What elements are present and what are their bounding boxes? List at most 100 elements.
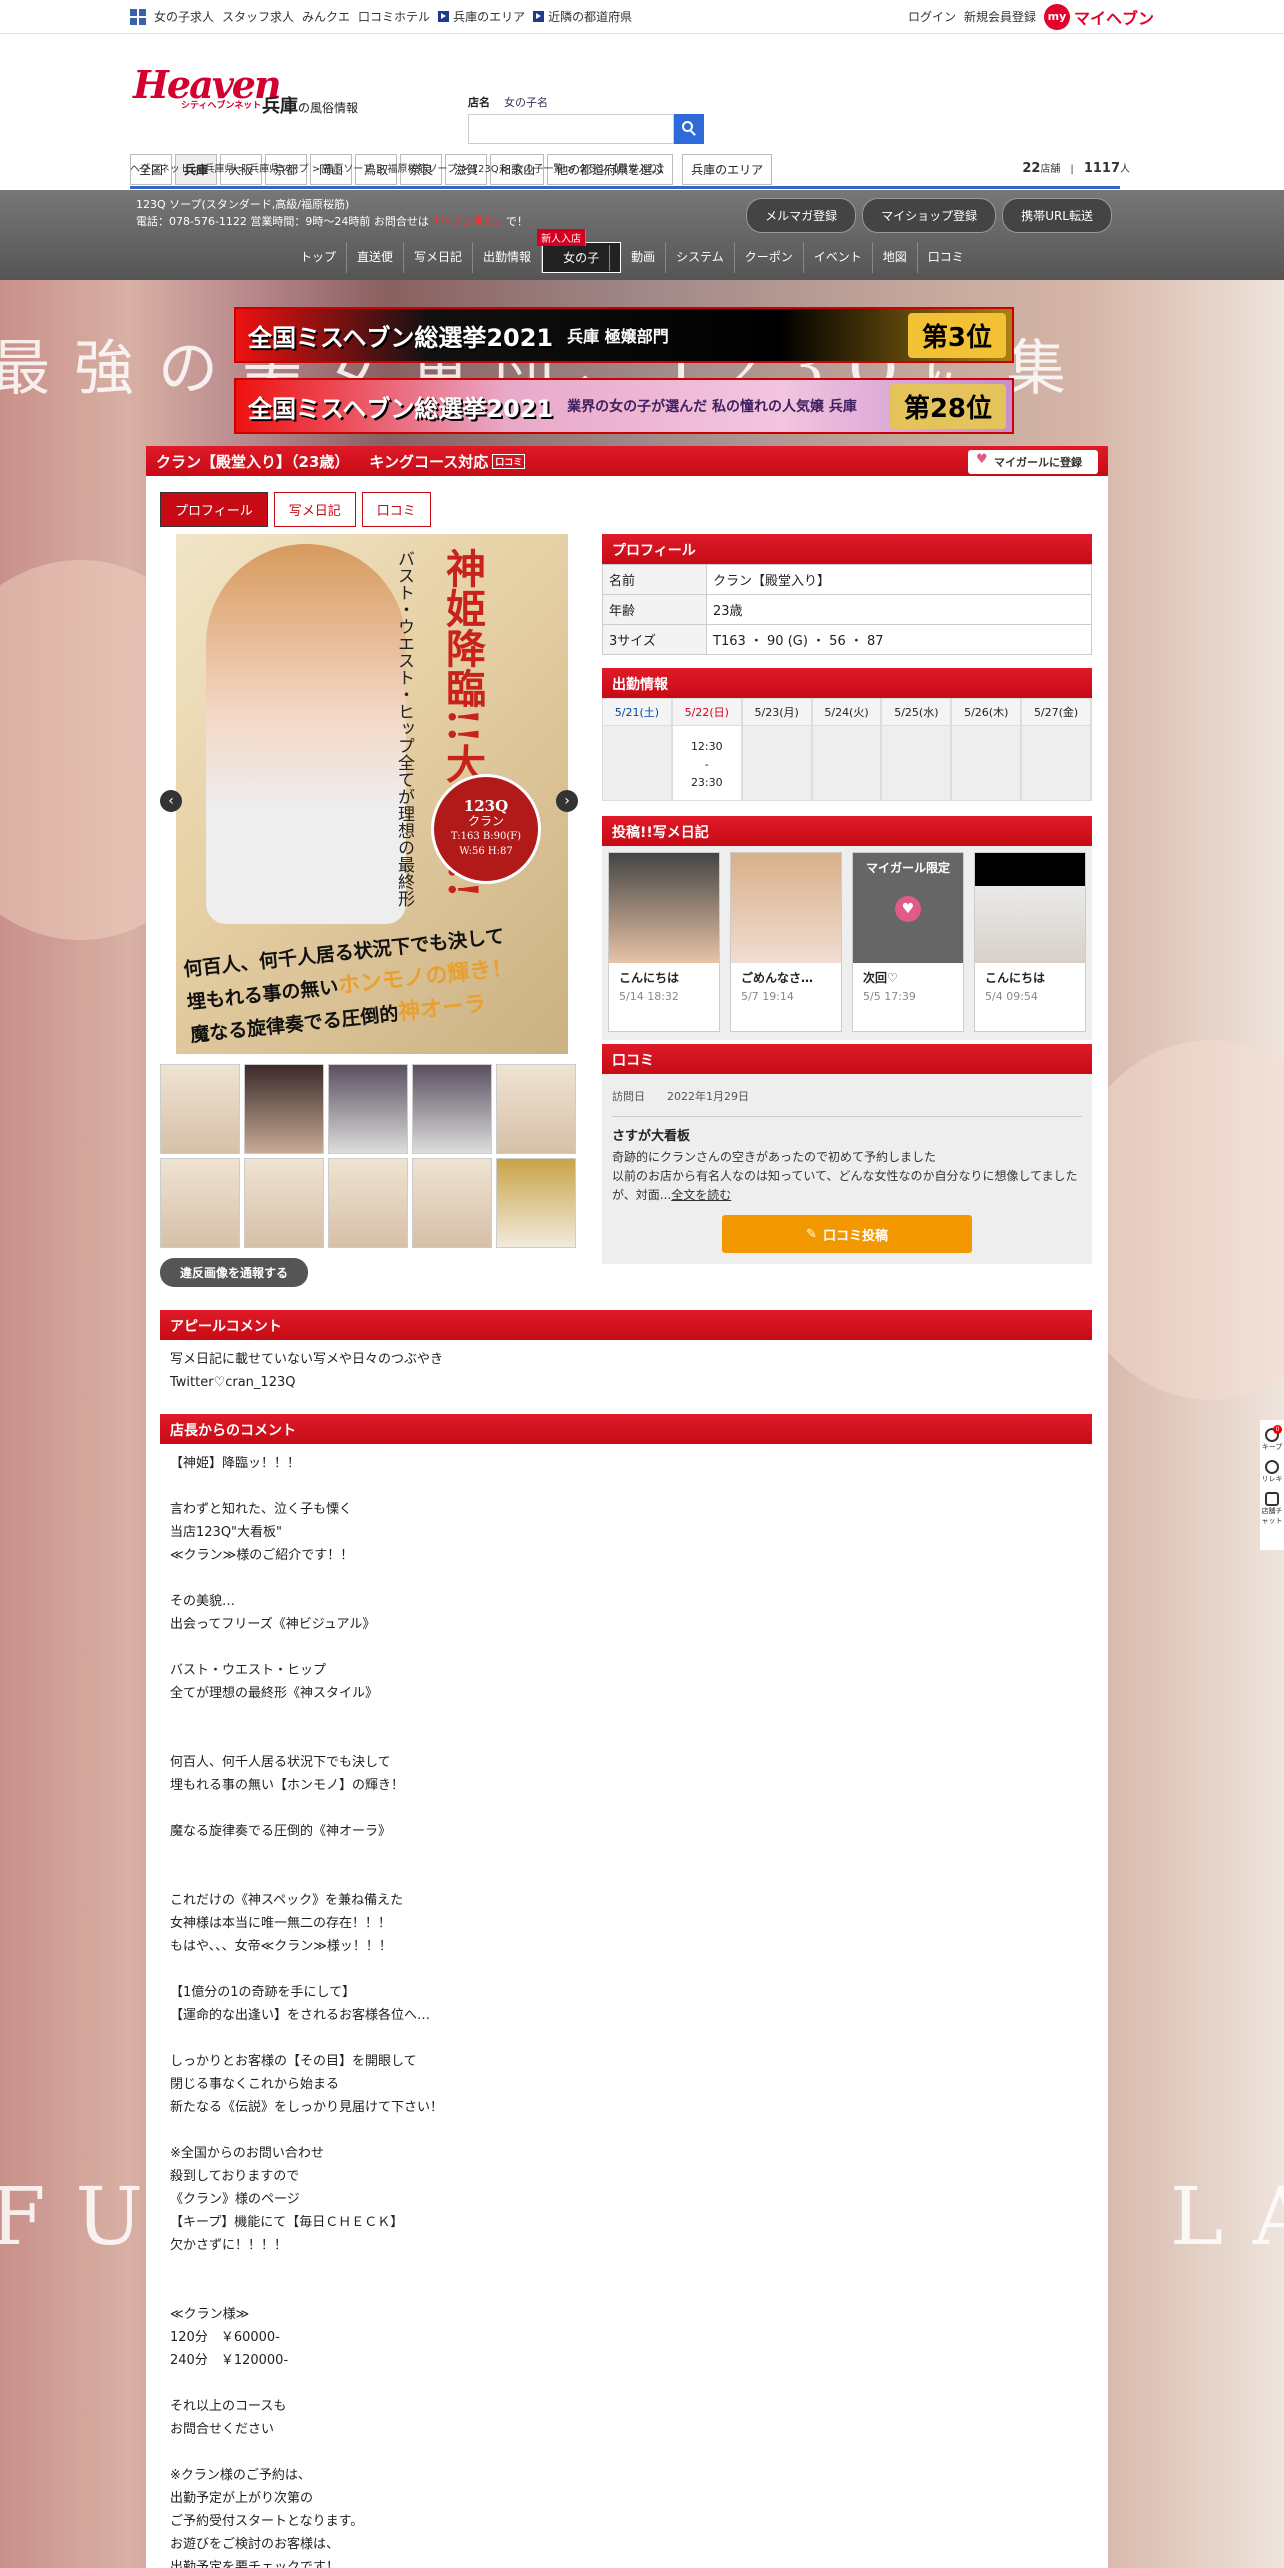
award-banner-2[interactable]: 全国ミスヘブン総選挙2021 業界の女の子が選んだ 私の憧れの人気嬢 兵庫 第2… [234,378,1014,434]
my-heaven-button[interactable]: my マイヘブン [1043,3,1154,30]
review-title: さすが大看板 [612,1129,691,1144]
schedule-grid: 5/21(土) 5/22(日) 12:30 - 23:30 5/23(月) 5/2… [602,698,1092,801]
tab-diary[interactable]: 写メ日記 [273,492,356,527]
schedule-day: 5/24(火) [812,699,883,800]
diary-card[interactable]: こんにちは 5/4 09:54 [974,852,1086,1032]
tab-profile[interactable]: プロフィール [160,492,268,527]
thumbnail-7[interactable] [244,1158,324,1248]
thumbnail-9[interactable] [412,1158,492,1248]
side-widget: 0 キープ リレキ 店舗チャット [1260,1420,1284,1550]
girl-name-title: クラン【殿堂入り】（23歳） [156,452,350,471]
shop-info: 123Q ソープ(スタンダード,高級/福原桜筋) 電話：078-576-1122… [136,198,528,228]
link-minkue[interactable]: みんクエ [302,8,350,25]
diary-list: こんにちは 5/14 18:32 ごめんなさ… 5/7 19:14 マイガール限… [602,846,1092,1040]
nav-map[interactable]: 地図 [873,242,918,273]
schedule-day: 5/26(木) [952,699,1023,800]
course-tag: 口コミ [492,453,526,469]
history-button[interactable]: リレキ [1260,1460,1284,1484]
nav-system[interactable]: システム [666,242,735,273]
pen-icon: ✎ [806,1226,817,1242]
menu-grid-icon[interactable] [130,8,146,25]
shop-nav: トップ 直送便 写メ日記 出勤情報 新人入店 女の子 動画 システム クーポン イ… [290,229,974,273]
read-more-link[interactable]: 全文を読む [671,1188,731,1202]
profile-heading: プロフィール [602,534,1092,564]
link-hyogo-area[interactable]: 兵庫のエリア [438,8,525,25]
nav-girls[interactable]: 新人入店 女の子 [537,229,622,273]
diary-card[interactable]: こんにちは 5/14 18:32 [608,852,720,1032]
manager-body: 【神姫】降臨ッ！！！ 言わずと知れた、泣く子も慄く 当店123Q"大看板" ≪ク… [170,1456,444,2568]
register-link[interactable]: 新規会員登録 [964,8,1036,25]
image-circle-badge: 123Q クラン T:163 B:90(F) W:56 H:87 [431,774,541,884]
search-tab-shop[interactable]: 店名 [468,94,490,110]
tab-review[interactable]: 口コミ [361,492,431,527]
appeal-section: アピールコメント 写メ日記に載せていない写メや日々のつぶやき Twitter♡c… [160,1310,1092,1402]
thumbnail-5[interactable] [496,1064,576,1154]
diary-card[interactable]: マイガール限定 ♥ 次回♡ 5/5 17:39 [852,852,964,1032]
girl-title-bar: クラン【殿堂入り】（23歳） キングコース対応 口コミ マイガールに登録 [146,446,1108,476]
counts: 22店舗 | 1117人 [1022,161,1130,176]
search-button[interactable] [674,114,704,144]
top-bar-right: ログイン 新規会員登録 my マイヘブン [908,3,1154,30]
review-meta: 訪問日 2022年1月29日 [612,1084,1082,1117]
schedule-time: 12:30 - 23:30 [672,726,742,800]
nav-diary[interactable]: 写メ日記 [404,242,474,273]
next-image-arrow-icon[interactable]: › [556,790,578,812]
prev-image-arrow-icon[interactable]: ‹ [160,790,182,812]
diary-heading: 投稿!!写メ日記 [602,816,1092,846]
thumbnail-1[interactable] [160,1064,240,1154]
search-input[interactable] [468,114,674,144]
thumbnail-6[interactable] [160,1158,240,1248]
thumbnail-grid [160,1064,578,1248]
schedule-heading: 出勤情報 [602,668,1092,698]
nav-top[interactable]: トップ [290,242,348,273]
top-bar-left: 女の子求人 スタッフ求人 みんクエ 口コミホテル 兵庫のエリア 近隣の都道府県 [130,8,632,25]
myshop-button[interactable]: マイショップ登録 [862,198,997,233]
play-square-icon [438,11,450,22]
bg-la-text: LA [1170,2170,1284,2263]
link-girl-jobs[interactable]: 女の子求人 [154,8,214,25]
thumbnail-8[interactable] [328,1158,408,1248]
course-label: キングコース対応 [369,452,489,471]
girl-main-image[interactable]: 神姫降臨!!大看板!! バスト・ウエスト・ヒップ全てが理想の最終形 123Q ク… [176,534,568,1054]
mobile-url-button[interactable]: 携帯URL転送 [1002,198,1112,233]
thumbnail-2[interactable] [244,1064,324,1154]
search-area: 店名 女の子名 [468,94,704,144]
thumbnail-4[interactable] [412,1064,492,1154]
shop-header: 123Q ソープ(スタンダード,高級/福原桜筋) 電話：078-576-1122… [0,190,1284,280]
nav-coupon[interactable]: クーポン [735,242,804,273]
link-nearby-pref[interactable]: 近隣の都道府県 [533,8,632,25]
link-staff-jobs[interactable]: スタッフ求人 [222,8,294,25]
chat-button[interactable]: 店舗チャット [1260,1492,1284,1526]
mailmag-button[interactable]: メルマガ登録 [746,198,857,233]
logo-small: シティヘブンネット [181,101,262,111]
login-link[interactable]: ログイン [908,8,956,25]
nav-direct[interactable]: 直送便 [347,242,405,273]
nav-review[interactable]: 口コミ [918,242,974,273]
search-box [468,114,704,144]
diary-card[interactable]: ごめんなさ… 5/7 19:14 [730,852,842,1032]
review-heading: 口コミ [602,1044,1092,1074]
breadcrumb-path[interactable]: ヘブンネット > 兵庫県 > 兵庫県ソープ > 福原ソープ > 福原桜筋ソープ … [130,160,668,176]
profile-row: 年齢 23歳 [602,594,1092,625]
clock-icon [1265,1460,1279,1474]
mygirl-button[interactable]: マイガールに登録 [968,450,1098,474]
appeal-heading: アピールコメント [160,1310,1092,1340]
award-banner-1[interactable]: 全国ミスヘブン総選挙2021 兵庫 極嬢部門 第3位 [234,307,1014,363]
image-caption: 何百人、何千人居る状況下でも決して 埋もれる事の無いホンモノの輝き！ 魔なる旋律… [182,925,515,1047]
diary-thumb [975,853,1085,963]
nav-video[interactable]: 動画 [621,242,667,273]
search-tab-girl[interactable]: 女の子名 [504,94,548,110]
manager-heading: 店長からのコメント [160,1414,1092,1444]
keep-button[interactable]: 0 キープ [1260,1425,1284,1452]
girl-photo [206,544,406,924]
post-review-button[interactable]: ✎ 口コミ投稿 [722,1215,972,1253]
nav-schedule[interactable]: 出勤情報 [473,242,543,273]
nav-event[interactable]: イベント [804,242,873,273]
report-image-button[interactable]: 違反画像を通報する [160,1258,309,1287]
link-review-hotel[interactable]: 口コミホテル [358,8,430,25]
thumbnail-3[interactable] [328,1064,408,1154]
chat-icon [1265,1492,1279,1506]
profile-section: プロフィール 名前 クラン【殿堂入り】 年齢 23歳 3サイズ T163 ・ 90 (… [602,534,1092,655]
thumbnail-10[interactable] [496,1158,576,1248]
appeal-body: 写メ日記に載せていない写メや日々のつぶやき Twitter♡cran_123Q [170,1352,444,1390]
